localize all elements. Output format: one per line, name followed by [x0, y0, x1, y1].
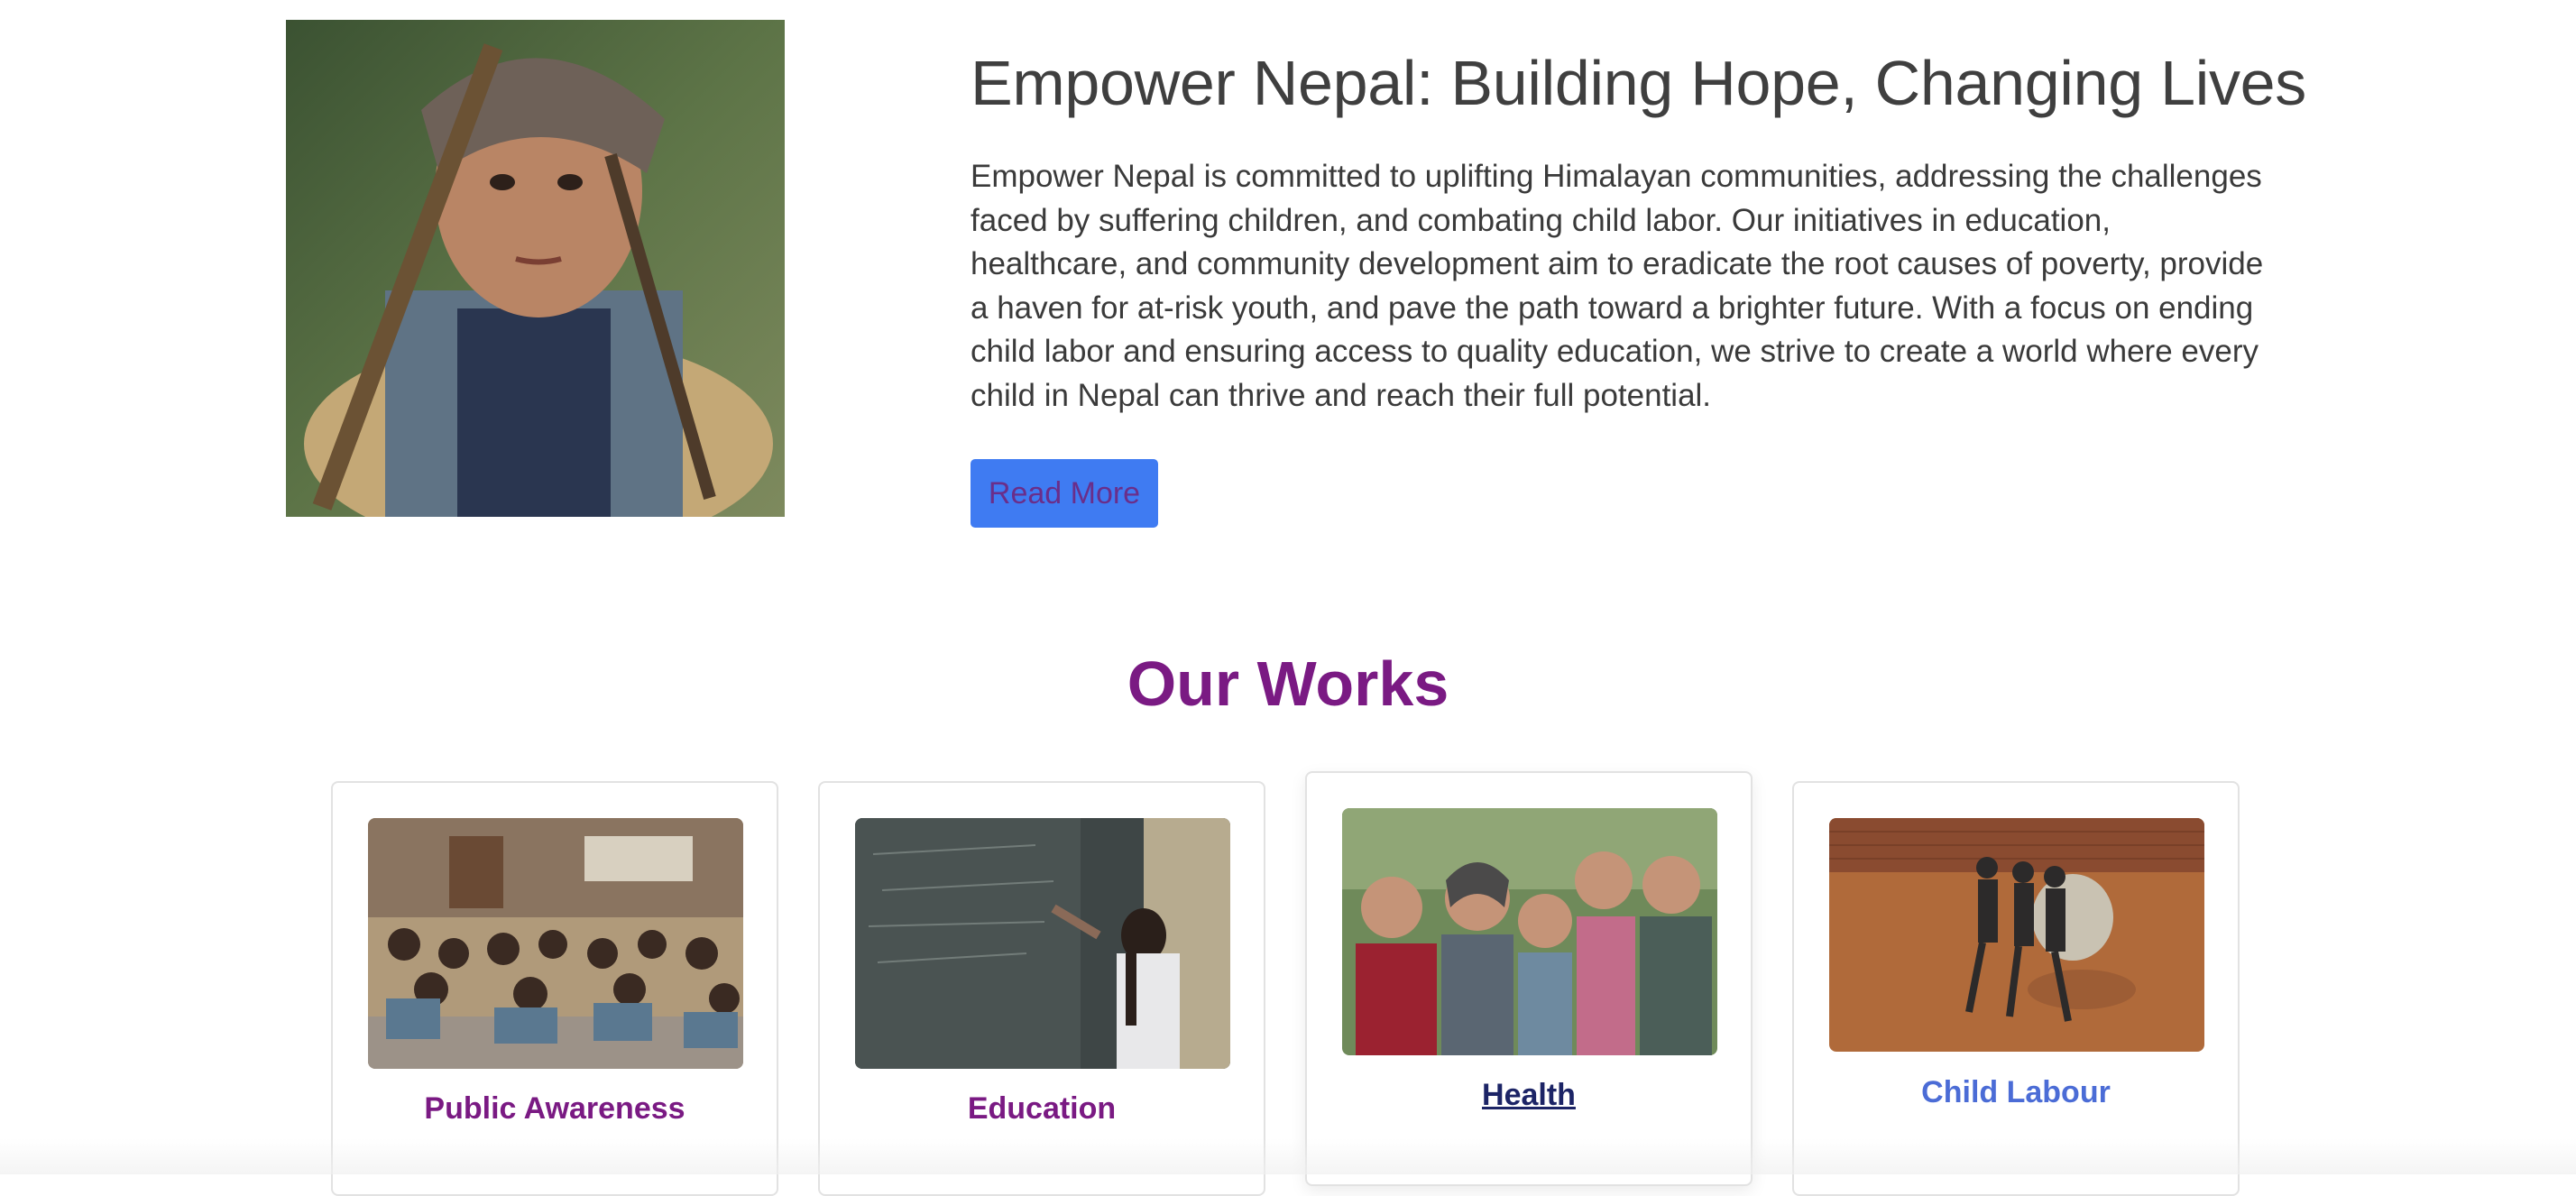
work-card-label[interactable]: Health [1307, 1078, 1751, 1113]
work-card-health[interactable]: Health [1305, 771, 1753, 1186]
education-image [855, 818, 1230, 1069]
public-awareness-image [368, 818, 743, 1069]
work-card-public-awareness[interactable]: Public Awareness [331, 781, 778, 1196]
section-title-our-works: Our Works [1127, 649, 1449, 719]
hero-image [286, 20, 785, 517]
work-card-label[interactable]: Public Awareness [333, 1091, 777, 1127]
work-card-education[interactable]: Education [818, 781, 1265, 1196]
bottom-fade [0, 1138, 2576, 1174]
read-more-button[interactable]: Read More [971, 459, 1158, 528]
work-card-label[interactable]: Education [820, 1091, 1264, 1127]
work-card-child-labour[interactable]: Child Labour [1792, 781, 2240, 1196]
child-labour-image [1829, 818, 2204, 1052]
work-card-label[interactable]: Child Labour [1794, 1075, 2238, 1110]
page-title: Empower Nepal: Building Hope, Changing L… [971, 48, 2306, 118]
health-image [1342, 808, 1717, 1055]
hero-description: Empower Nepal is committed to uplifting … [971, 159, 2264, 413]
